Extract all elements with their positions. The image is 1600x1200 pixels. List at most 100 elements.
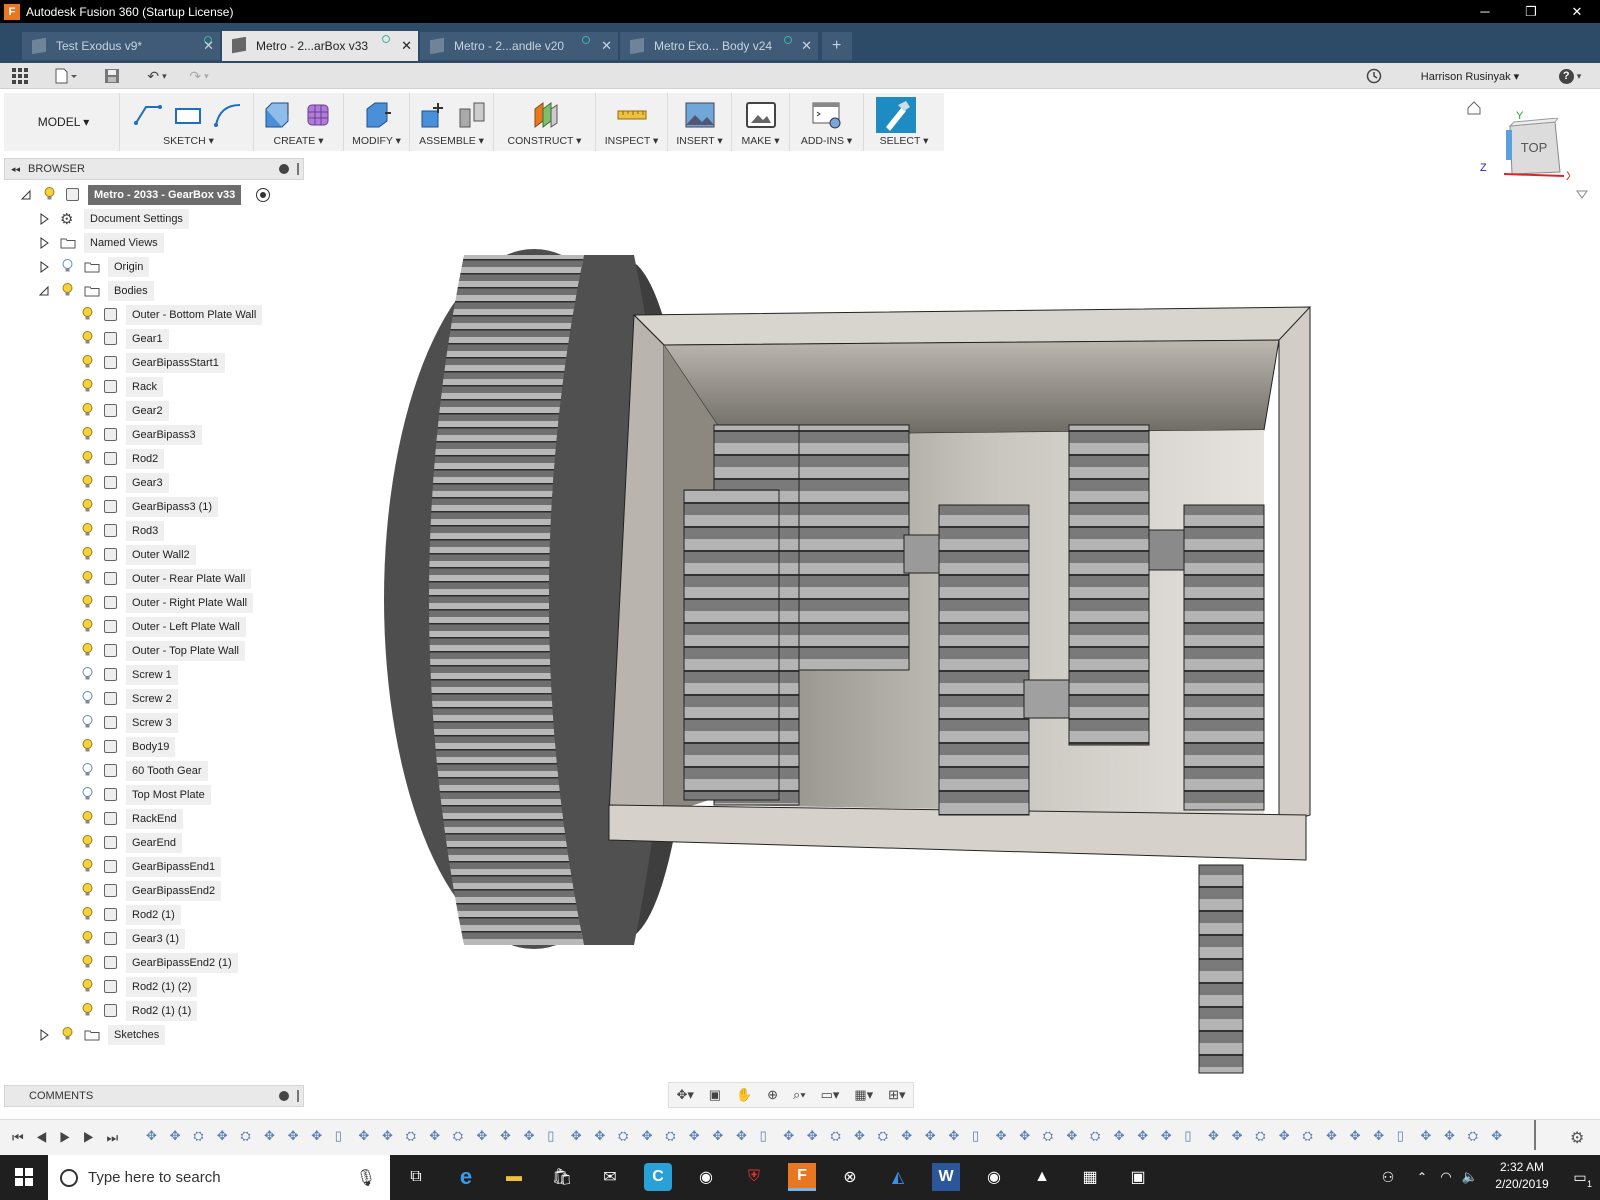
timeline-feature-icon[interactable]: ✥ bbox=[1019, 1128, 1030, 1144]
new-tab-button[interactable]: + bbox=[822, 32, 852, 60]
body-item[interactable]: Outer - Top Plate Wall bbox=[0, 640, 304, 662]
body-item[interactable]: RackEnd bbox=[0, 808, 304, 830]
panel-grip-icon[interactable] bbox=[297, 1090, 299, 1102]
body-item[interactable]: Outer - Left Plate Wall bbox=[0, 616, 304, 638]
timeline-feature-icon[interactable]: ✥ bbox=[429, 1128, 440, 1144]
visibility-bulb-icon[interactable] bbox=[82, 355, 93, 369]
visibility-bulb-icon[interactable] bbox=[82, 907, 93, 921]
body-item[interactable]: GearBipass3 (1) bbox=[0, 496, 304, 518]
home-view-icon[interactable] bbox=[1466, 100, 1482, 116]
arc-tool-icon[interactable] bbox=[212, 99, 244, 131]
body-item[interactable]: Screw 1 bbox=[0, 664, 304, 686]
timeline-feature-icon[interactable]: ✥ bbox=[170, 1128, 181, 1144]
body-item[interactable]: 60 Tooth Gear bbox=[0, 760, 304, 782]
timeline-feature-icon[interactable]: ✥ bbox=[1326, 1128, 1337, 1144]
visibility-bulb-icon[interactable] bbox=[82, 787, 93, 801]
user-account-menu[interactable]: Harrison Rusinyak ▾ bbox=[1410, 67, 1530, 85]
inspect-group[interactable]: INSPECT ▾ bbox=[596, 93, 668, 151]
expand-triangle-icon[interactable] bbox=[38, 1029, 50, 1041]
select-group[interactable]: SELECT ▾ bbox=[864, 93, 944, 151]
ccleaner-icon[interactable]: C bbox=[644, 1163, 672, 1191]
timeline-feature-icon[interactable]: ✥ bbox=[996, 1128, 1007, 1144]
redo-icon[interactable]: ↷ ▾ bbox=[182, 67, 216, 85]
timeline-feature-icon[interactable]: ✥ bbox=[783, 1128, 794, 1144]
visibility-bulb-icon[interactable] bbox=[82, 379, 93, 393]
file-menu-icon[interactable] bbox=[52, 67, 80, 85]
timeline-feature-icon[interactable]: ▯ bbox=[760, 1128, 767, 1144]
notifications-icon[interactable]: ▭ 1 bbox=[1566, 1163, 1594, 1191]
minimize-button[interactable]: ─ bbox=[1462, 0, 1508, 23]
select-tool-icon[interactable] bbox=[876, 97, 916, 133]
visibility-bulb-icon[interactable] bbox=[82, 667, 93, 681]
timeline-feature-icon[interactable]: ▯ bbox=[335, 1128, 342, 1144]
visibility-bulb-icon[interactable] bbox=[82, 403, 93, 417]
visibility-bulb-icon[interactable] bbox=[82, 883, 93, 897]
timeline-feature-icon[interactable]: ⛭ bbox=[1090, 1128, 1100, 1144]
visibility-bulb-icon[interactable] bbox=[82, 811, 93, 825]
activate-component-icon[interactable] bbox=[256, 188, 270, 202]
timeline-feature-icon[interactable]: ⛭ bbox=[1255, 1128, 1265, 1144]
visibility-bulb-icon[interactable] bbox=[62, 1027, 73, 1041]
measure-icon[interactable] bbox=[616, 99, 648, 131]
antivirus-shield-icon[interactable]: ⛨ bbox=[740, 1163, 768, 1191]
file-explorer-icon[interactable]: ▬ bbox=[500, 1163, 528, 1191]
timeline-marker[interactable] bbox=[1534, 1120, 1536, 1150]
doc-tab[interactable]: Test Exodus v9* ✕ bbox=[22, 32, 220, 60]
body-item[interactable]: Screw 2 bbox=[0, 688, 304, 710]
mail-icon[interactable]: ✉ bbox=[596, 1163, 624, 1191]
timeline-feature-icon[interactable]: ✥ bbox=[146, 1128, 157, 1144]
task-view-icon[interactable]: ⧉ bbox=[402, 1163, 430, 1191]
taskbar-search-box[interactable]: Type here to search 🎙 bbox=[48, 1155, 390, 1200]
undo-icon[interactable]: ↶ ▾ bbox=[140, 67, 174, 85]
steam-icon[interactable]: ◉ bbox=[692, 1163, 720, 1191]
timeline-feature-icon[interactable]: ✥ bbox=[311, 1128, 322, 1144]
body-item[interactable]: GearBipass3 bbox=[0, 424, 304, 446]
pan-icon[interactable]: ✋ bbox=[736, 1087, 752, 1103]
job-status-clock-icon[interactable] bbox=[1364, 67, 1384, 85]
timeline-feature-icon[interactable]: ✥ bbox=[854, 1128, 865, 1144]
timeline-feature-icon[interactable]: ⛭ bbox=[618, 1128, 628, 1144]
timeline-feature-icon[interactable]: ✥ bbox=[288, 1128, 299, 1144]
scripts-icon[interactable] bbox=[811, 99, 843, 131]
timeline-feature-icon[interactable]: ✥ bbox=[1208, 1128, 1219, 1144]
visibility-bulb-icon[interactable] bbox=[82, 931, 93, 945]
timeline-feature-icon[interactable]: ✥ bbox=[1491, 1128, 1502, 1144]
make-group[interactable]: MAKE ▾ bbox=[732, 93, 790, 151]
browser-panel-header[interactable]: ◂◂ BROWSER bbox=[4, 158, 304, 180]
timeline-feature-icon[interactable]: ⛭ bbox=[453, 1128, 463, 1144]
collapse-panel-icon[interactable]: ◂◂ bbox=[11, 164, 20, 175]
save-icon[interactable] bbox=[102, 67, 122, 85]
assemble-group[interactable]: ASSEMBLE ▾ bbox=[410, 93, 494, 151]
visibility-bulb-icon[interactable] bbox=[82, 643, 93, 657]
timeline-feature-icon[interactable]: ▯ bbox=[1184, 1128, 1191, 1144]
body-item[interactable]: Gear1 bbox=[0, 328, 304, 350]
doc-tab-active[interactable]: Metro - 2...arBox v33 ✕ bbox=[222, 31, 418, 61]
sketch-group[interactable]: SKETCH ▾ bbox=[124, 93, 254, 151]
visibility-bulb-icon[interactable] bbox=[82, 979, 93, 993]
timeline-feature-icon[interactable]: ⛭ bbox=[193, 1128, 203, 1144]
body-item[interactable]: Gear3 (1) bbox=[0, 928, 304, 950]
timeline-feature-icon[interactable]: ▯ bbox=[1397, 1128, 1404, 1144]
timeline-feature-icon[interactable]: ✥ bbox=[1373, 1128, 1384, 1144]
close-tab-icon[interactable]: ✕ bbox=[203, 38, 214, 54]
body-item[interactable]: Outer Wall2 bbox=[0, 544, 304, 566]
edge-browser-icon[interactable]: e bbox=[452, 1163, 480, 1191]
timeline-feature-icon[interactable]: ✥ bbox=[1420, 1128, 1431, 1144]
timeline-feature-icon[interactable]: ✥ bbox=[1279, 1128, 1290, 1144]
visibility-bulb-icon[interactable] bbox=[62, 283, 73, 297]
viewports-icon[interactable]: ⊞▾ bbox=[888, 1087, 905, 1103]
steam-icon-2[interactable]: ◉ bbox=[980, 1163, 1008, 1191]
close-tab-icon[interactable]: ✕ bbox=[801, 38, 812, 54]
joint-icon[interactable] bbox=[456, 99, 488, 131]
visibility-bulb-icon[interactable] bbox=[82, 763, 93, 777]
minimize-panel-icon[interactable] bbox=[279, 164, 289, 174]
visibility-bulb-icon[interactable] bbox=[82, 955, 93, 969]
visibility-bulb-icon[interactable] bbox=[82, 739, 93, 753]
visibility-bulb-icon[interactable] bbox=[62, 259, 73, 273]
rack[interactable] bbox=[1198, 864, 1244, 1074]
timeline-feature-icon[interactable]: ✥ bbox=[1232, 1128, 1243, 1144]
comments-panel-header[interactable]: COMMENTS bbox=[4, 1085, 304, 1107]
photos-icon[interactable]: ▲ bbox=[1028, 1163, 1056, 1191]
browser-folder-item[interactable]: ⚙ Document Settings bbox=[0, 208, 304, 230]
body-item[interactable]: Rod2 bbox=[0, 448, 304, 470]
